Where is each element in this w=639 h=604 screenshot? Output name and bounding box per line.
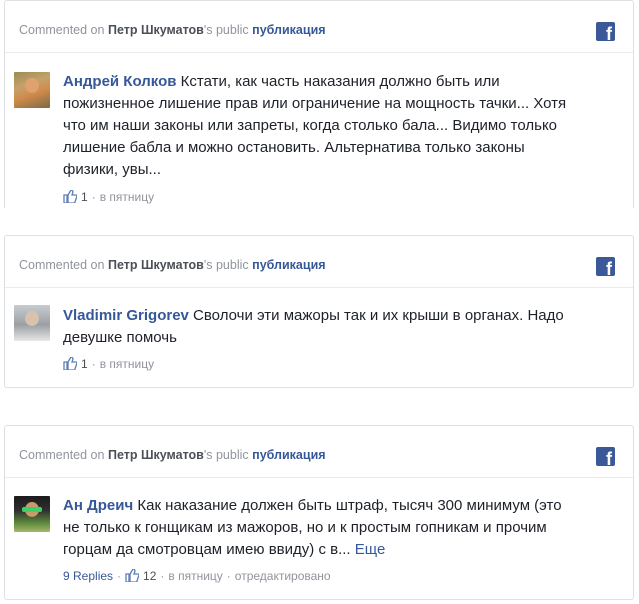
comment-author-link[interactable]: Vladimir Grigorev	[63, 307, 189, 324]
meta-separator: ·	[160, 569, 165, 583]
avatar[interactable]	[14, 496, 50, 532]
meta-separator: ·	[117, 569, 122, 583]
post-link[interactable]: публикация	[252, 23, 325, 37]
comment-body: Vladimir Grigorev Сволочи эти мажоры так…	[63, 305, 579, 349]
comment-meta: 1 · в пятницу	[63, 190, 154, 204]
comment-meta: 9 Replies · 12 · в пятницу · отредактировано	[63, 569, 331, 583]
avatar[interactable]	[14, 305, 50, 341]
post-owner-link[interactable]: Петр Шкуматов	[108, 258, 204, 272]
meta-separator: ·	[91, 190, 96, 204]
header-prefix: Commented on	[19, 448, 105, 462]
header-possessive: 's public	[203, 448, 249, 462]
header-prefix: Commented on	[19, 23, 105, 37]
comment-meta: 1 · в пятницу	[63, 357, 154, 371]
thumbs-up-icon[interactable]	[125, 569, 140, 582]
post-owner-link[interactable]: Петр Шкуматов	[108, 23, 204, 37]
post-link[interactable]: публикация	[252, 258, 325, 272]
thumbs-up-icon[interactable]	[63, 357, 77, 370]
header-divider	[5, 52, 633, 53]
like-count: 1	[81, 357, 88, 371]
comment-time[interactable]: в пятницу	[168, 569, 222, 583]
header-possessive: 's public	[203, 23, 249, 37]
avatar[interactable]	[14, 72, 50, 108]
header-prefix: Commented on	[19, 258, 105, 272]
comment-body: Ан Дреич Как наказание должен быть штраф…	[63, 495, 579, 561]
post-link[interactable]: публикация	[252, 448, 325, 462]
comment-time[interactable]: в пятницу	[100, 357, 154, 371]
comment-time[interactable]: в пятницу	[100, 190, 154, 204]
comment-text: Как наказание должен быть штраф, тысяч 3…	[63, 497, 562, 558]
thumbs-up-icon[interactable]	[63, 190, 77, 203]
facebook-icon[interactable]: f	[596, 447, 615, 468]
post-owner-link[interactable]: Петр Шкуматов	[108, 448, 204, 462]
like-count: 1	[81, 190, 88, 204]
header-divider	[5, 287, 633, 288]
embed-header: Commented on Петр Шкуматов's public публ…	[19, 258, 619, 272]
replies-link[interactable]: 9 Replies	[63, 569, 113, 583]
comment-author-link[interactable]: Андрей Колков	[63, 73, 176, 90]
header-possessive: 's public	[203, 258, 249, 272]
facebook-icon[interactable]: f	[596, 22, 615, 43]
comment-author-link[interactable]: Ан Дреич	[63, 497, 133, 514]
like-count: 12	[143, 569, 157, 583]
header-divider	[5, 477, 633, 478]
comment-body: Андрей Колков Кстати, как часть наказани…	[63, 71, 579, 181]
meta-separator: ·	[91, 357, 96, 371]
embed-header: Commented on Петр Шкуматов's public публ…	[19, 23, 619, 37]
edited-label: отредактировано	[234, 569, 331, 583]
see-more-link[interactable]: Еще	[355, 541, 386, 558]
facebook-icon[interactable]: f	[596, 257, 615, 278]
meta-separator: ·	[226, 569, 231, 583]
embed-header: Commented on Петр Шкуматов's public публ…	[19, 448, 619, 462]
